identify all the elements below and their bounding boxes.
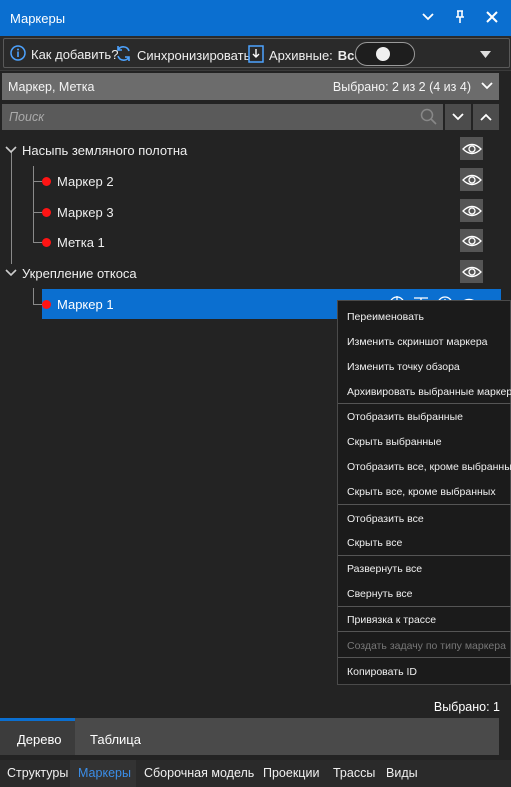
tab-routes[interactable]: Трассы [333, 766, 375, 780]
selection-count: Выбрано: 1 [433, 700, 500, 714]
eye-icon[interactable] [460, 199, 483, 222]
panel-title: Маркеры [10, 11, 66, 26]
pin-icon[interactable] [451, 8, 469, 26]
marker-dot-icon [42, 300, 51, 309]
group-label: Насыпь земляного полотна [22, 143, 188, 158]
item-label: Маркер 1 [57, 297, 114, 312]
tab-views[interactable]: Виды [386, 766, 418, 780]
archive-icon [248, 45, 264, 66]
group-label: Укрепление откоса [22, 266, 137, 281]
menu-item-copy-id[interactable]: Копировать ID [347, 666, 417, 678]
menu-separator [338, 631, 511, 632]
chevron-down-icon [452, 110, 464, 124]
tab-assembly-model[interactable]: Сборочная модель [144, 766, 254, 780]
menu-item-change-viewpoint[interactable]: Изменить точку обзора [347, 361, 460, 373]
search-icon[interactable] [420, 108, 437, 128]
menu-item-hide-all[interactable]: Скрыть все [347, 537, 402, 549]
chevron-down-icon[interactable] [419, 8, 437, 26]
marker-dot-icon [42, 177, 51, 186]
expand-caret-icon[interactable] [5, 266, 17, 280]
menu-item-collapse-all[interactable]: Свернуть все [347, 588, 413, 600]
tree-item[interactable]: Маркер 3 [0, 197, 511, 227]
view-tabs: Дерево Таблица [0, 718, 499, 755]
menu-item-hide-all-except-selected[interactable]: Скрыть все, кроме выбранных [347, 486, 496, 498]
tree-group[interactable]: Укрепление откоса [0, 258, 511, 288]
tab-markers[interactable]: Маркеры [78, 766, 131, 780]
menu-item-expand-all[interactable]: Развернуть все [347, 563, 422, 575]
sync-icon [115, 45, 132, 65]
eye-icon[interactable] [460, 168, 483, 191]
collapse-all-button[interactable] [473, 104, 499, 130]
tab-table[interactable]: Таблица [90, 732, 141, 747]
archived-label: Архивные: [269, 48, 333, 63]
tab-projections[interactable]: Проекции [263, 766, 319, 780]
context-menu: Переименовать Изменить скриншот маркера … [337, 300, 511, 685]
menu-separator [338, 657, 511, 658]
menu-separator [338, 606, 511, 607]
filter-fields: Маркер, Метка [8, 80, 95, 94]
filter-selected-summary: Выбрано: 2 из 2 (4 из 4) [332, 80, 471, 94]
tree-group[interactable]: Насыпь земляного полотна [0, 135, 511, 165]
main-tabs: Структуры Маркеры Сборочная модель Проек… [0, 760, 511, 787]
menu-item-change-screenshot[interactable]: Изменить скриншот маркера [347, 336, 488, 348]
tab-tree[interactable]: Дерево [17, 732, 61, 747]
eye-icon[interactable] [460, 229, 483, 252]
archived-toggle[interactable] [355, 42, 415, 66]
tab-structures[interactable]: Структуры [7, 766, 68, 780]
panel-title-bar: Маркеры [0, 0, 511, 36]
menu-item-show-all[interactable]: Отобразить все [347, 513, 424, 525]
marker-dot-icon [42, 238, 51, 247]
archived-filter: Архивные: Все [248, 45, 362, 66]
sync-label: Синхронизировать [137, 47, 251, 63]
toggle-knob [376, 47, 390, 61]
field-filter-bar[interactable]: Маркер, Метка Выбрано: 2 из 2 (4 из 4) [2, 73, 499, 100]
item-label: Маркер 2 [57, 174, 114, 189]
menu-item-rename[interactable]: Переименовать [347, 311, 424, 323]
item-label: Маркер 3 [57, 205, 114, 220]
tree-connector [33, 288, 34, 304]
info-icon [10, 45, 26, 64]
search-input[interactable]: Поиск [2, 104, 443, 130]
close-icon[interactable] [483, 8, 501, 26]
tree-item[interactable]: Метка 1 [0, 227, 511, 257]
expand-caret-icon[interactable] [5, 143, 17, 157]
how-to-add-button[interactable]: Как добавить? [10, 45, 118, 64]
search-placeholder: Поиск [9, 110, 45, 124]
marker-dot-icon [42, 208, 51, 217]
menu-separator [338, 403, 511, 404]
chevron-up-icon [480, 110, 492, 124]
markers-toolbar: Как добавить? Синхронизировать Архивные:… [0, 36, 511, 71]
item-label: Метка 1 [57, 235, 105, 250]
chevron-down-icon[interactable] [481, 79, 493, 93]
eye-icon[interactable] [460, 260, 483, 283]
eye-icon[interactable] [460, 137, 483, 160]
sync-button[interactable]: Синхронизировать [115, 45, 250, 65]
how-to-add-label: Как добавить? [31, 47, 119, 62]
tree-item[interactable]: Маркер 2 [0, 166, 511, 196]
menu-item-hide-selected[interactable]: Скрыть выбранные [347, 436, 442, 448]
expand-all-button[interactable] [445, 104, 471, 130]
menu-item-route-binding[interactable]: Привязка к трассе [347, 614, 436, 626]
menu-item-create-task: Создать задачу по типу маркера [347, 640, 506, 652]
menu-separator [338, 504, 511, 505]
menu-separator [338, 555, 511, 556]
menu-item-show-all-except-selected[interactable]: Отобразить все, кроме выбранных [347, 461, 511, 473]
toolbar-menu-arrow-icon[interactable] [480, 48, 491, 62]
menu-item-show-selected[interactable]: Отобразить выбранные [347, 411, 463, 423]
menu-item-archive-selected[interactable]: Архивировать выбранные маркеры [347, 386, 511, 398]
